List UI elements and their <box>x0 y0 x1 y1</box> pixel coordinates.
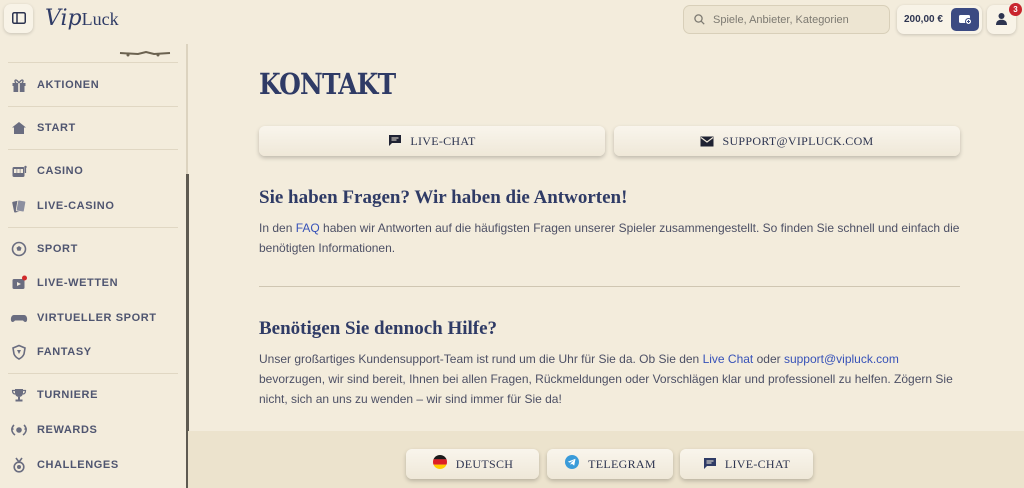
sidebar-item-label: FANTASY <box>37 346 92 358</box>
sidebar-item-virtueller-sport[interactable]: VIRTUELLER SPORT <box>10 307 175 329</box>
help-text-2: oder <box>753 352 784 366</box>
faq-text-after: haben wir Antworten auf die häufigsten F… <box>259 221 960 255</box>
sidebar-item-casino[interactable]: CASINO <box>10 160 175 182</box>
live-tv-icon <box>10 274 28 292</box>
wallet-icon <box>958 10 972 29</box>
section-divider <box>259 286 960 287</box>
soccer-ball-icon <box>10 240 28 258</box>
gift-icon <box>10 76 28 94</box>
support-email-link[interactable]: support@vipluck.com <box>784 352 899 366</box>
fantasy-shield-icon <box>10 343 28 361</box>
sidebar-divider <box>8 149 178 150</box>
sidebar-item-aktionen[interactable]: AKTIONEN <box>10 74 175 96</box>
search-icon <box>694 10 705 29</box>
sidebar-banner-decoration <box>118 44 172 57</box>
sidebar-item-label: LIVE-WETTEN <box>37 277 119 289</box>
chat-icon <box>388 132 402 151</box>
language-label: DEUTSCH <box>455 456 514 471</box>
chat-icon <box>703 455 717 474</box>
help-heading: Benötigen Sie dennoch Hilfe? <box>259 318 498 339</box>
sidebar-toggle-button[interactable] <box>4 4 33 33</box>
telegram-button[interactable]: TELEGRAM <box>547 449 673 479</box>
home-icon <box>10 119 28 137</box>
sidebar-item-label: START <box>37 122 76 134</box>
sidebar-item-fantasy[interactable]: FANTASY <box>10 341 175 363</box>
telegram-icon <box>564 454 580 474</box>
sidebar-item-start[interactable]: START <box>10 117 175 139</box>
sidebar-item-live-casino[interactable]: LIVE-CASINO <box>10 195 175 217</box>
search-placeholder: Spiele, Anbieter, Kategorien <box>713 13 849 26</box>
sidebar-item-label: AKTIONEN <box>37 79 100 91</box>
sidebar-divider <box>8 62 178 63</box>
balance-amount: 200,00 € <box>904 14 943 25</box>
laurel-icon <box>10 421 28 439</box>
balance-display[interactable]: 200,00 € <box>897 5 982 34</box>
sidebar-item-label: VIRTUELLER SPORT <box>37 312 157 324</box>
logo-text-vip: Vip <box>45 6 82 31</box>
mail-icon <box>700 132 714 151</box>
sidebar-divider <box>8 373 178 374</box>
language-button[interactable]: DEUTSCH <box>406 449 539 479</box>
deposit-button[interactable] <box>951 8 979 31</box>
trophy-icon <box>10 386 28 404</box>
live-chat-link[interactable]: Live Chat <box>703 352 754 366</box>
faq-heading: Sie haben Fragen? Wir haben die Antworte… <box>259 187 628 208</box>
help-paragraph: Unser großartiges Kundensupport-Team ist… <box>259 349 964 409</box>
sidebar-divider <box>8 227 178 228</box>
help-text-1: Unser großartiges Kundensupport-Team ist… <box>259 352 703 366</box>
sidebar-item-rewards[interactable]: REWARDS <box>10 419 175 441</box>
faq-link[interactable]: FAQ <box>296 221 320 235</box>
sidebar-item-turniere[interactable]: TURNIERE <box>10 384 175 406</box>
notification-badge[interactable]: 3 <box>1009 3 1022 16</box>
top-bar: Vip Luck Spiele, Anbieter, Kategorien 20… <box>0 0 1024 44</box>
user-icon <box>995 10 1008 29</box>
sidebar-item-label: LIVE-CASINO <box>37 200 115 212</box>
sidebar-item-label: CASINO <box>37 165 84 177</box>
german-flag-icon <box>432 454 448 474</box>
search-input[interactable]: Spiele, Anbieter, Kategorien <box>683 5 890 34</box>
vipluck-logo[interactable]: Vip Luck <box>45 6 119 34</box>
gamepad-icon <box>10 309 28 327</box>
sidebar-item-label: CHALLENGES <box>37 459 119 471</box>
email-support-button[interactable]: SUPPORT@VIPLUCK.COM <box>614 126 960 156</box>
cards-icon <box>10 197 28 215</box>
live-chat-label: LIVE-CHAT <box>410 133 476 148</box>
sidebar-item-label: REWARDS <box>37 424 98 436</box>
sidebar-item-label: TURNIERE <box>37 389 99 401</box>
logo-text-luck: Luck <box>81 9 119 29</box>
sidebar-item-live-wetten[interactable]: LIVE-WETTEN <box>10 272 175 294</box>
medal-icon <box>10 456 28 474</box>
sidebar-divider <box>8 106 178 107</box>
faq-text-before: In den <box>259 221 296 235</box>
footer-live-chat-label: LIVE-CHAT <box>724 456 791 471</box>
sidebar-item-label: SPORT <box>37 243 78 255</box>
telegram-label: TELEGRAM <box>588 456 656 471</box>
page-title: KONTAKT <box>259 67 396 101</box>
sidebar-item-challenges[interactable]: CHALLENGES <box>10 454 175 476</box>
sidebar-item-sport[interactable]: SPORT <box>10 238 175 260</box>
faq-paragraph: In den FAQ haben wir Antworten auf die h… <box>259 218 964 258</box>
email-label: SUPPORT@VIPLUCK.COM <box>722 133 874 148</box>
live-chat-button[interactable]: LIVE-CHAT <box>259 126 605 156</box>
sidebar-panel-icon <box>11 9 26 28</box>
help-text-3: bevorzugen, wir sind bereit, Ihnen bei a… <box>259 372 953 406</box>
footer-live-chat-button[interactable]: LIVE-CHAT <box>680 449 813 479</box>
slot-machine-icon <box>10 162 28 180</box>
